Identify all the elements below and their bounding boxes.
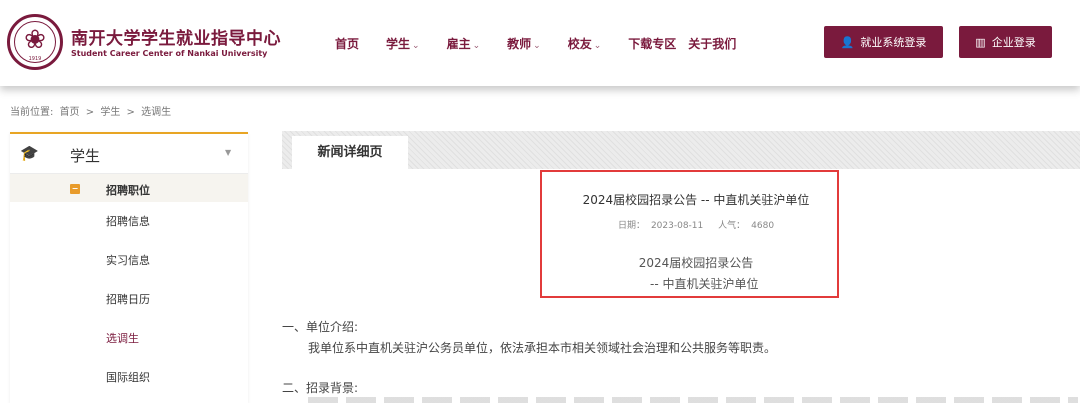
breadcrumb-students[interactable]: 学生 xyxy=(100,107,120,118)
nav-employers[interactable]: 雇主 ⌄ xyxy=(447,35,481,52)
sidebar-item-intl-orgs[interactable]: 国际组织 xyxy=(10,358,248,396)
sidebar-item-label: 招聘信息 xyxy=(106,215,150,228)
sidebar-item-label: 国际组织 xyxy=(106,371,150,384)
breadcrumb-home[interactable]: 首页 xyxy=(60,107,80,118)
chevron-down-icon: ⌄ xyxy=(412,40,420,51)
breadcrumb: 当前位置: 首页 > 学生 > 选调生 xyxy=(10,103,174,118)
highlight-box xyxy=(540,170,839,298)
section-heading: 一、单位介绍: xyxy=(282,320,359,334)
chevron-down-icon: ▼ xyxy=(225,148,232,157)
sidebar-item-recruitment[interactable]: 招聘信息 xyxy=(10,202,248,240)
site-header: ❀ 1919 南开大学学生就业指导中心 Student Career Cente… xyxy=(0,0,1080,86)
building-icon: ▥ xyxy=(975,35,986,49)
sidebar-item-label: 招聘日历 xyxy=(106,293,150,306)
collapse-icon: − xyxy=(70,184,80,194)
tab-news-detail[interactable]: 新闻详细页 xyxy=(292,136,408,169)
section-paragraph: 我单位系中直机关驻沪公务员单位，依法承担本市相关领域社会治理和公共服务等职责。 xyxy=(308,341,777,355)
chevron-down-icon: ⌄ xyxy=(533,40,541,51)
lotus-emblem-icon: ❀ xyxy=(24,25,46,55)
nankai-logo[interactable]: ❀ 1919 xyxy=(7,14,63,70)
nav-about[interactable]: 关于我们 xyxy=(688,35,736,52)
brand-title-cn[interactable]: 南开大学学生就业指导中心 xyxy=(71,24,281,49)
chevron-down-icon: ⌄ xyxy=(472,40,481,51)
sidebar-category-jobs[interactable]: − 招聘职位 xyxy=(10,174,248,202)
breadcrumb-separator: > xyxy=(85,107,95,118)
section-heading: 二、招录背景: xyxy=(282,381,359,395)
article-panel: 新闻详细页 2024届校园招录公告 -- 中直机关驻沪单位 日期： 2023-08… xyxy=(282,131,1080,403)
sidebar-title: 学生 xyxy=(70,147,101,165)
nav-alumni[interactable]: 校友 ⌄ xyxy=(568,35,602,52)
sidebar: 🎓 学生 ▼ − 招聘职位 招聘信息 实习信息 招聘日历 选调生 国际组织 xyxy=(10,132,248,403)
graduation-cap-icon: 🎓 xyxy=(20,144,39,162)
cut-off-text-line xyxy=(308,397,1078,403)
nav-downloads[interactable]: 下载专区 xyxy=(628,35,676,52)
sidebar-item-label: 实习信息 xyxy=(106,254,150,267)
student-login-label: 就业系统登录 xyxy=(860,36,927,49)
brand-title-en: Student Career Center of Nankai Universi… xyxy=(71,49,268,58)
tab-strip: 新闻详细页 xyxy=(282,131,1080,169)
user-icon: 👤 xyxy=(840,35,855,49)
company-login-button[interactable]: ▥ 企业登录 xyxy=(959,26,1052,58)
sidebar-item-selected-graduates[interactable]: 选调生 xyxy=(10,319,248,357)
sidebar-header[interactable]: 🎓 学生 ▼ xyxy=(10,134,248,174)
logo-caption: 1919 xyxy=(28,56,42,62)
chevron-down-icon: ⌄ xyxy=(593,40,602,51)
student-login-button[interactable]: 👤 就业系统登录 xyxy=(824,26,943,58)
sidebar-category-label: 招聘职位 xyxy=(106,184,150,197)
breadcrumb-separator: > xyxy=(126,107,135,118)
main-nav: 首页 学生 ⌄ 雇主 ⌄ 教师 ⌄ 校友 ⌄ 下载专区 关于我们 xyxy=(335,0,763,86)
sidebar-item-internship[interactable]: 实习信息 xyxy=(10,241,248,279)
company-login-label: 企业登录 xyxy=(991,36,1036,49)
nav-teachers[interactable]: 教师 ⌄ xyxy=(507,35,541,52)
breadcrumb-prefix: 当前位置: xyxy=(10,107,54,118)
breadcrumb-current: 选调生 xyxy=(141,107,172,118)
nav-students[interactable]: 学生 ⌄ xyxy=(386,35,420,52)
sidebar-item-label: 选调生 xyxy=(106,332,139,345)
sidebar-item-calendar[interactable]: 招聘日历 xyxy=(10,280,248,318)
nav-home[interactable]: 首页 xyxy=(335,35,359,52)
